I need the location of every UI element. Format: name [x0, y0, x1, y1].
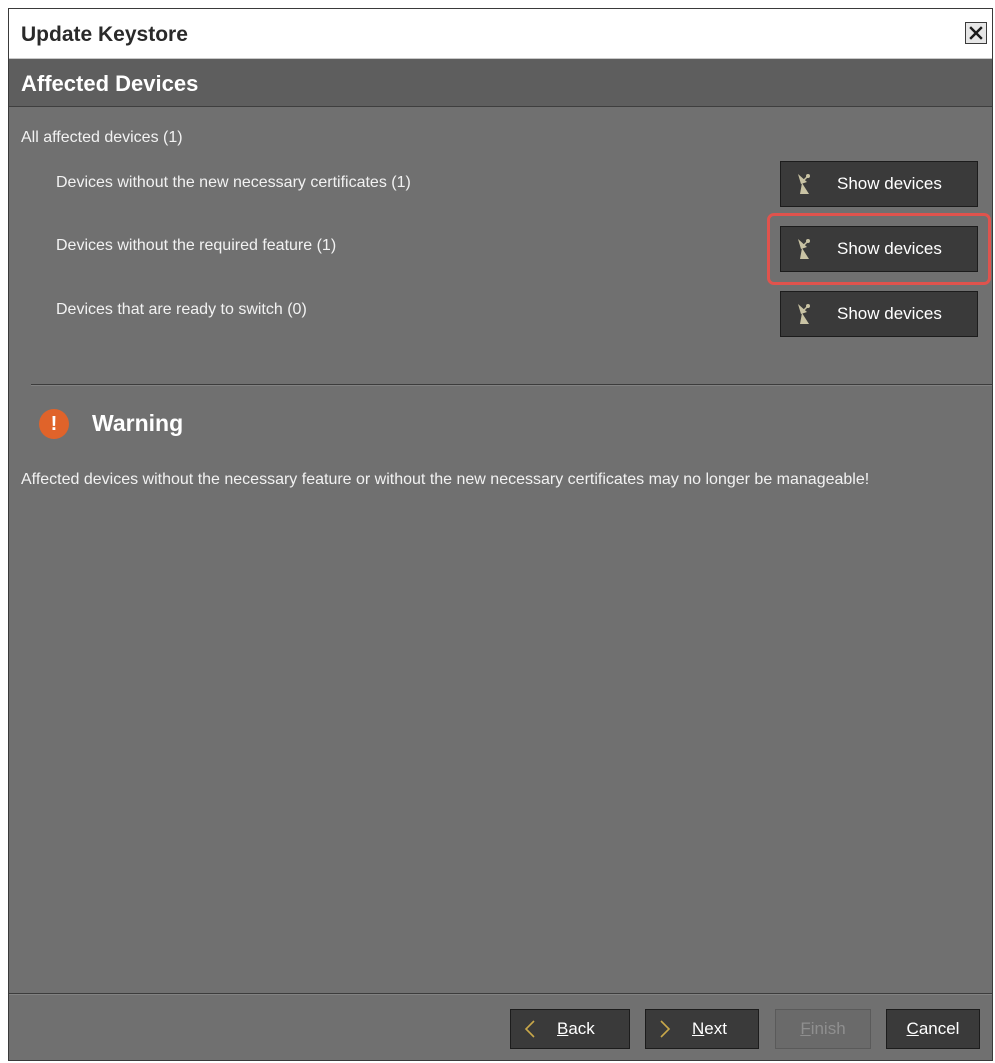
- row-label-missing-feature: Devices without the required feature (1): [56, 237, 337, 254]
- row-label-ready-to-switch: Devices that are ready to switch (0): [56, 301, 307, 318]
- device-antenna-icon: [798, 304, 810, 324]
- show-devices-label: Show devices: [837, 174, 942, 193]
- show-devices-button-feature[interactable]: Show devices: [780, 226, 978, 272]
- device-antenna-icon: [798, 174, 810, 194]
- chevron-right-icon: [660, 1020, 671, 1038]
- cancel-label: Cancel: [906, 1019, 960, 1038]
- warning-title: Warning: [92, 410, 184, 436]
- back-label: Back: [557, 1019, 595, 1038]
- next-label: Next: [692, 1019, 727, 1038]
- show-devices-button-certificates[interactable]: Show devices: [780, 161, 978, 207]
- show-devices-label: Show devices: [837, 304, 942, 323]
- back-button[interactable]: Back: [510, 1009, 630, 1049]
- section-header: Affected Devices: [9, 59, 992, 107]
- all-affected-label: All affected devices (1): [21, 129, 183, 146]
- finish-label: Finish: [800, 1019, 846, 1038]
- footer-divider: [9, 993, 992, 995]
- close-button[interactable]: [965, 22, 987, 44]
- row-label-missing-certificates: Devices without the new necessary certif…: [56, 174, 411, 191]
- show-devices-label: Show devices: [837, 239, 942, 258]
- show-devices-button-ready[interactable]: Show devices: [780, 291, 978, 337]
- dialog-title: Update Keystore: [21, 23, 188, 46]
- section-title: Affected Devices: [21, 71, 199, 96]
- close-icon: [969, 26, 983, 40]
- chevron-left-icon: [524, 1020, 535, 1038]
- section-divider: [31, 384, 992, 386]
- finish-button[interactable]: Finish: [775, 1009, 871, 1049]
- next-button[interactable]: Next: [645, 1009, 759, 1049]
- exclamation-icon: !: [39, 409, 69, 439]
- device-antenna-icon: [798, 239, 810, 259]
- title-bar: Update Keystore: [9, 9, 992, 59]
- cancel-button[interactable]: Cancel: [886, 1009, 980, 1049]
- update-keystore-dialog: Update Keystore Affected Devices All aff…: [8, 8, 993, 1061]
- warning-message: Affected devices without the necessary f…: [21, 471, 870, 488]
